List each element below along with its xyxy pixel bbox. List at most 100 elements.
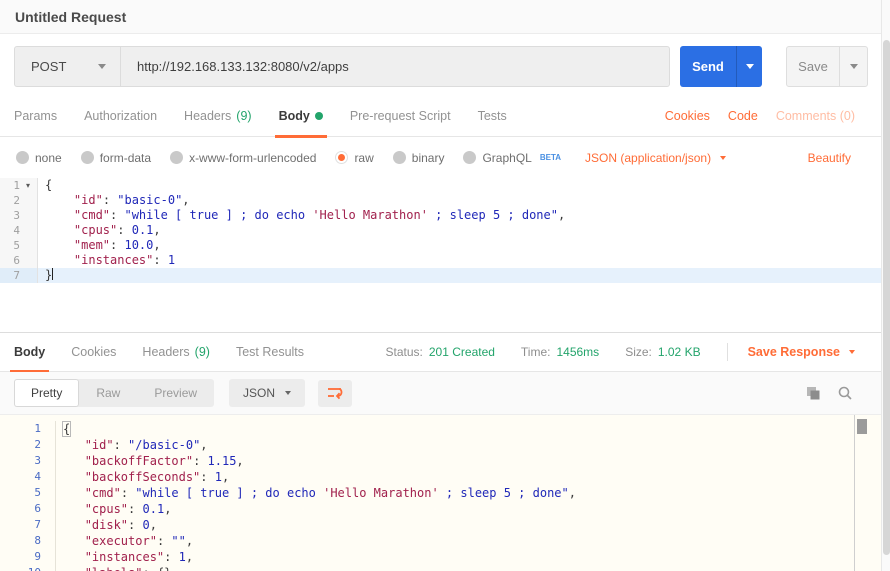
tab-params[interactable]: Params (14, 96, 57, 137)
content-type-select[interactable]: JSON (application/json) (585, 151, 726, 165)
response-tab-cookies[interactable]: Cookies (71, 332, 116, 372)
beautify-link[interactable]: Beautify (808, 151, 851, 165)
code-line[interactable]: 1▾{ (0, 178, 881, 193)
code-link[interactable]: Code (728, 109, 758, 123)
scrollbar-thumb[interactable] (857, 419, 867, 434)
line-number-gutter: 3 (0, 453, 56, 469)
save-response-button[interactable]: Save Response (748, 345, 855, 359)
code-line[interactable]: 4 "cpus": 0.1, (0, 223, 881, 238)
code-token: : (157, 534, 171, 548)
code-line-content: { (56, 421, 881, 437)
code-token: , (153, 238, 160, 252)
response-tab-body[interactable]: Body (14, 332, 45, 372)
time-label: Time: (521, 345, 551, 359)
code-line[interactable]: 2 "id": "basic-0", (0, 193, 881, 208)
code-token: "while [ true ] ; do echo (135, 486, 323, 500)
code-token: , (558, 208, 565, 222)
line-number: 6 (34, 501, 41, 517)
code-line-content: "instances": 1, (56, 549, 881, 565)
wrap-text-button[interactable] (318, 380, 352, 407)
code-token: "instances" (74, 253, 153, 267)
tab-body[interactable]: Body (279, 96, 323, 137)
line-number: 5 (34, 485, 41, 501)
send-button-group: Send (680, 46, 762, 87)
fold-arrow-icon[interactable]: ▾ (20, 178, 36, 193)
tab-authorization[interactable]: Authorization (84, 96, 157, 137)
code-token: ; sleep 5 ; done" (439, 486, 569, 500)
chevron-down-icon (850, 64, 858, 69)
code-line[interactable]: 8 "executor": "", (0, 533, 881, 549)
code-token: , (200, 438, 207, 452)
view-raw[interactable]: Raw (79, 379, 137, 407)
code-token: : (114, 438, 128, 452)
save-button[interactable]: Save (787, 47, 839, 86)
radio-binary[interactable]: binary (393, 151, 445, 165)
code-line[interactable]: 7 "disk": 0, (0, 517, 881, 533)
code-token: , (153, 223, 160, 237)
code-token (63, 470, 85, 484)
line-number: 4 (0, 223, 20, 238)
code-token: 1 (179, 550, 186, 564)
cookies-link[interactable]: Cookies (665, 109, 710, 123)
code-token: 0.1 (132, 223, 154, 237)
view-pretty[interactable]: Pretty (14, 379, 79, 407)
send-button[interactable]: Send (680, 46, 736, 87)
view-mode-switch: Pretty Raw Preview (14, 379, 214, 407)
code-line[interactable]: 6 "instances": 1 (0, 253, 881, 268)
code-token: : (103, 193, 117, 207)
comments-link[interactable]: Comments (0) (776, 109, 855, 123)
save-options-button[interactable] (839, 47, 867, 86)
response-tab-test-results[interactable]: Test Results (236, 332, 304, 372)
code-token (45, 208, 74, 222)
code-line-content: "cmd": "while [ true ] ; do echo 'Hello … (56, 485, 881, 501)
line-number: 3 (0, 208, 20, 223)
radio-graphql[interactable]: GraphQL BETA (463, 151, 561, 165)
line-number-gutter: 6 (0, 253, 38, 268)
request-body-editor[interactable]: 1▾{2 "id": "basic-0",3 "cmd": "while [ t… (0, 178, 881, 332)
copy-button[interactable] (805, 385, 821, 401)
code-line[interactable]: 10 "labels": {}, (0, 565, 881, 571)
code-line[interactable]: 1{ (0, 421, 881, 437)
code-line[interactable]: 2 "id": "/basic-0", (0, 437, 881, 453)
radio-circle-icon (81, 151, 94, 164)
radio-none[interactable]: none (16, 151, 62, 165)
radio-x-www-form-urlencoded[interactable]: x-www-form-urlencoded (170, 151, 316, 165)
window-scrollbar[interactable] (881, 0, 890, 571)
code-line-content: "backoffSeconds": 1, (56, 469, 881, 485)
method-select[interactable]: POST (15, 47, 121, 86)
url-input[interactable] (121, 47, 669, 86)
response-tab-headers[interactable]: Headers (9) (142, 332, 210, 372)
code-line[interactable]: 9 "instances": 1, (0, 549, 881, 565)
code-line[interactable]: 5 "cmd": "while [ true ] ; do echo 'Hell… (0, 485, 881, 501)
tab-headers[interactable]: Headers (9) (184, 96, 252, 137)
tab-prerequest-script[interactable]: Pre-request Script (350, 96, 451, 137)
radio-form-data[interactable]: form-data (81, 151, 151, 165)
code-token (45, 238, 74, 252)
postman-request-window: Untitled Request POST Send Save Params (0, 0, 890, 571)
code-token (63, 550, 85, 564)
code-line[interactable]: 3 "cmd": "while [ true ] ; do echo 'Hell… (0, 208, 881, 223)
code-line[interactable]: 4 "backoffSeconds": 1, (0, 469, 881, 485)
code-line[interactable]: 3 "backoffFactor": 1.15, (0, 453, 881, 469)
response-scrollbar[interactable] (854, 415, 868, 571)
tab-tests[interactable]: Tests (478, 96, 507, 137)
send-options-button[interactable] (736, 46, 762, 87)
divider (727, 343, 728, 361)
text-cursor (52, 268, 53, 280)
response-body-viewer[interactable]: 1{2 "id": "/basic-0",3 "backoffFactor": … (0, 415, 881, 571)
search-button[interactable] (837, 385, 853, 401)
scrollbar-thumb[interactable] (883, 40, 890, 555)
code-line[interactable]: 6 "cpus": 0.1, (0, 501, 881, 517)
page-title: Untitled Request (15, 9, 126, 25)
body-type-row: none form-data x-www-form-urlencoded raw… (0, 137, 881, 178)
line-number-gutter: 7 (0, 517, 56, 533)
line-number-gutter: 1 (0, 421, 56, 437)
view-preview[interactable]: Preview (137, 379, 214, 407)
code-line[interactable]: 5 "mem": 10.0, (0, 238, 881, 253)
response-format-select[interactable]: JSON (229, 379, 305, 407)
line-number: 8 (34, 533, 41, 549)
code-token: 'Hello Marathon' (323, 486, 439, 500)
code-token (45, 193, 74, 207)
radio-raw[interactable]: raw (335, 151, 373, 165)
code-line[interactable]: 7} (0, 268, 881, 283)
